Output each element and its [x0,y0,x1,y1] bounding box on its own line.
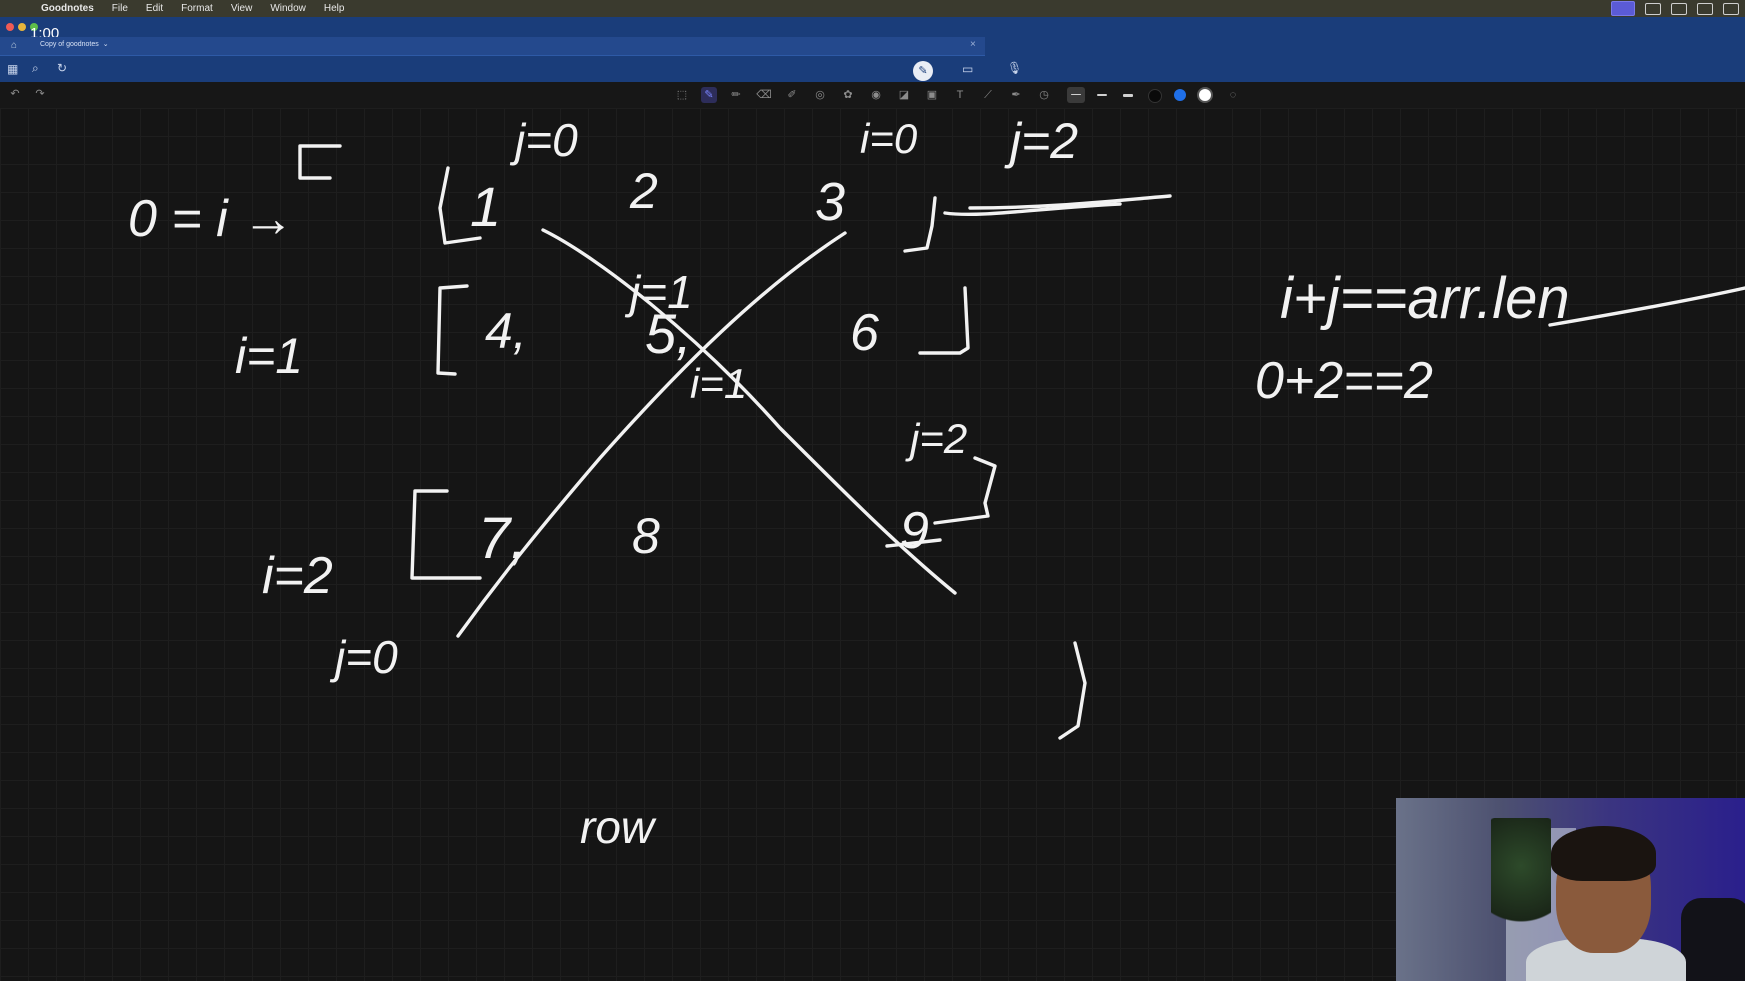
label-j2-right: j=2 [905,415,967,462]
screen-record-icon[interactable] [1611,1,1635,16]
shape-tool-icon[interactable]: ◎ [812,87,828,103]
label-i2-left: i=2 [262,547,333,605]
home-icon[interactable]: ⌂ [11,40,21,51]
notes-status-icon[interactable] [1697,2,1713,15]
pen-mode-icon[interactable]: ✎ [913,61,933,81]
webcam-background-plant [1491,818,1551,938]
search-icon[interactable]: ⌕ [32,61,39,76]
ruler-tool-icon[interactable]: ⟋ [980,87,996,103]
menu-format[interactable]: Format [181,3,213,14]
pen-tool-icon[interactable]: ✎ [701,87,717,103]
highlighter-tool-icon[interactable]: ✐ [784,87,800,103]
outer-close-bracket [1058,641,1087,740]
number-eight: 8 [632,508,660,564]
stroke-thin-option[interactable] [1067,87,1085,103]
pencil-tool-icon[interactable]: ✏ [728,87,744,103]
chevron-down-icon[interactable]: ⌄ [103,40,109,48]
image-tool-icon[interactable]: ▣ [924,87,940,103]
number-six: 6 [850,304,879,362]
number-nine: 9 [900,502,929,560]
document-tab-title: Copy of goodnotes [40,40,99,48]
grid-view-icon[interactable]: ▦ [7,62,18,76]
row1-open-bracket [436,284,469,376]
minimize-window-button[interactable] [18,23,26,31]
close-tab-icon[interactable]: × [970,39,976,50]
underline-formula [1548,286,1745,327]
number-seven: 7, [478,506,526,571]
outer-open-bracket [298,144,342,180]
menu-view[interactable]: View [231,3,253,14]
redo-icon[interactable]: ↷ [32,86,48,102]
label-j0-bottom: j=0 [329,631,398,683]
status-icon-2[interactable] [1645,2,1661,15]
formula-i-plus-j: i+j==arr.len [1280,266,1570,331]
refresh-icon[interactable]: ↻ [57,61,67,75]
label-j0-top: j=0 [509,114,578,166]
lasso-select-icon[interactable]: ⬚ [674,87,690,103]
number-two: 2 [629,163,658,219]
row2-open-bracket [410,489,482,580]
eraser-tool-icon[interactable]: ⌫ [756,87,772,103]
color-picker-icon[interactable]: ◌ [1225,87,1241,103]
document-tab[interactable]: Copy of goodnotes ⌄ [40,40,109,49]
menu-app-name[interactable]: Goodnotes [41,3,94,14]
color-black-swatch[interactable] [1148,89,1162,103]
ai-pen-icon[interactable]: ✒ [1008,87,1024,103]
stroke-medium-option[interactable] [1093,87,1111,103]
macos-menu-bar: Goodnotes File Edit Format View Window H… [0,0,1745,17]
stroke-thick-option[interactable] [1119,87,1137,103]
webcam-overlay [1396,798,1745,981]
menu-help[interactable]: Help [324,3,345,14]
menu-edit[interactable]: Edit [146,3,163,14]
number-four: 4, [485,303,527,359]
document-tab-bar: ⌂ Copy of goodnotes ⌄ × [0,37,985,56]
webcam-chair [1681,898,1745,981]
note-canvas[interactable]: j=0 0 = i → 1 2 3 i=0 j=2 j=1 i=1 4, 5, … [0,108,1745,981]
undo-icon[interactable]: ↶ [7,86,23,102]
laser-pointer-icon[interactable]: ◉ [868,87,884,103]
number-three: 3 [815,172,845,232]
close-window-button[interactable] [6,23,14,31]
number-five: 5, [645,302,692,365]
menu-file[interactable]: File [112,3,128,14]
label-row: row [580,801,657,853]
app-header: 1:00 ⌂ Copy of goodnotes ⌄ × ▦ ⌕ ↻ ✎ ▭ 🎙 [0,17,1745,82]
number-one: 1 [470,175,501,238]
goodnotes-screen: Goodnotes File Edit Format View Window H… [0,0,1745,981]
keyboard-icon[interactable]: ▭ [962,62,973,76]
menu-bar-status-icons [1611,1,1739,16]
formula-example: 0+2==2 [1255,352,1433,410]
label-j2-top-right: j=2 [1004,113,1078,169]
color-white-swatch[interactable] [1199,89,1211,101]
label-i1-left: i=1 [235,328,303,384]
webcam-presenter-hair [1551,826,1656,881]
text-tool-icon[interactable]: T [952,87,968,103]
control-center-icon[interactable] [1671,2,1687,15]
microphone-icon[interactable]: 🎙 [1007,61,1022,75]
sticker-tool-icon[interactable]: ◪ [896,87,912,103]
label-i0-top-right: i=0 [860,115,918,162]
elements-tool-icon[interactable]: ✿ [840,87,856,103]
label-zero-eq-i: 0 = i → [128,190,294,248]
label-i1-center: i=1 [690,360,747,407]
color-blue-swatch[interactable] [1174,89,1186,101]
drawing-toolbar: ↶ ↷ ⬚ ✎ ✏ ⌫ ✐ ◎ ✿ ◉ ◪ ▣ T ⟋ ✒ ◷ ◌ [0,82,1745,108]
row0-close-bracket [903,196,937,253]
diagonal-stroke-1-to-9 [541,228,957,595]
battery-icon[interactable] [1723,2,1739,15]
menu-window[interactable]: Window [270,3,306,14]
row2-close-bracket [933,456,997,525]
history-icon[interactable]: ◷ [1036,87,1052,103]
row1-close-bracket [918,286,970,355]
